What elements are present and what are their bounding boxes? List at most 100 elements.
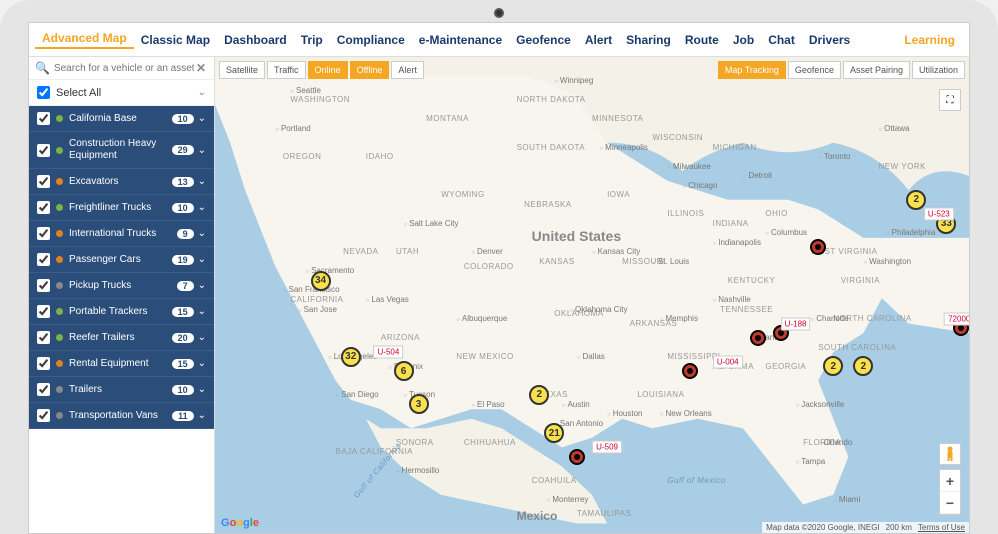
nav-item-sharing[interactable]: Sharing	[619, 33, 678, 47]
nav-item-e-maintenance[interactable]: e-Maintenance	[412, 33, 509, 47]
nav-learning[interactable]: Learning	[896, 33, 963, 47]
group-checkbox[interactable]	[37, 409, 50, 422]
unit-tag[interactable]: U-004	[713, 355, 743, 368]
sidebar-group-excavators[interactable]: Excavators 13 ⌄	[29, 169, 214, 195]
sidebar-group-pickup-trucks[interactable]: Pickup Trucks 7 ⌄	[29, 273, 214, 299]
city-label: El Paso	[471, 400, 504, 409]
zoom-out-button[interactable]: −	[940, 492, 960, 514]
map-btn-traffic[interactable]: Traffic	[267, 61, 306, 79]
status-dot-icon	[56, 115, 63, 122]
nav-item-compliance[interactable]: Compliance	[330, 33, 412, 47]
status-dot-icon	[56, 360, 63, 367]
cluster-marker[interactable]	[810, 239, 826, 255]
map-btn-geofence[interactable]: Geofence	[788, 61, 841, 79]
chevron-down-icon[interactable]: ⌄	[198, 332, 206, 343]
attribution-data: Map data ©2020 Google, INEGI	[766, 523, 880, 532]
cluster-marker[interactable]: 2	[823, 356, 843, 376]
nav-item-chat[interactable]: Chat	[761, 33, 802, 47]
state-label: TENNESSEE	[720, 305, 773, 314]
cluster-marker[interactable]: 2	[529, 385, 549, 405]
nav-item-advanced-map[interactable]: Advanced Map	[35, 31, 134, 49]
nav-item-job[interactable]: Job	[726, 33, 761, 47]
nav-item-route[interactable]: Route	[678, 33, 726, 47]
chevron-down-icon[interactable]: ⌄	[198, 145, 206, 156]
chevron-down-icon[interactable]: ⌄	[198, 280, 206, 291]
sidebar-group-trailers[interactable]: Trailers 10 ⌄	[29, 377, 214, 403]
sidebar-group-international-trucks[interactable]: International Trucks 9 ⌄	[29, 221, 214, 247]
streetview-pegman[interactable]	[939, 443, 961, 465]
unit-tag[interactable]: U-188	[781, 317, 811, 330]
zoom-in-button[interactable]: +	[940, 470, 960, 492]
state-label: BAJA CALIFORNIA	[336, 447, 413, 456]
city-label: San Francisco	[283, 285, 340, 294]
map-btn-online[interactable]: Online	[308, 61, 348, 79]
unit-tag[interactable]: 720000	[944, 312, 969, 325]
map-btn-satellite[interactable]: Satellite	[219, 61, 265, 79]
cluster-marker[interactable]: 3	[409, 394, 429, 414]
chevron-down-icon[interactable]: ⌄	[198, 202, 206, 213]
chevron-down-icon[interactable]: ⌄	[198, 113, 206, 124]
map-btn-asset-pairing[interactable]: Asset Pairing	[843, 61, 910, 79]
cluster-marker[interactable]: 32	[341, 347, 361, 367]
group-checkbox[interactable]	[37, 175, 50, 188]
unit-tag[interactable]: U-509	[592, 441, 622, 454]
unit-tag[interactable]: U-523	[924, 208, 954, 221]
status-dot-icon	[56, 334, 63, 341]
unit-tag[interactable]: U-504	[374, 346, 404, 359]
state-label: CALIFORNIA	[290, 295, 343, 304]
select-all-checkbox[interactable]	[37, 86, 50, 99]
map-btn-map-tracking[interactable]: Map Tracking	[718, 61, 786, 79]
group-checkbox[interactable]	[37, 383, 50, 396]
group-checkbox[interactable]	[37, 279, 50, 292]
map-btn-offline[interactable]: Offline	[350, 61, 390, 79]
map-btn-utilization[interactable]: Utilization	[912, 61, 965, 79]
cluster-marker[interactable]	[750, 330, 766, 346]
sidebar-group-freightliner-trucks[interactable]: Freightliner Trucks 10 ⌄	[29, 195, 214, 221]
group-checkbox[interactable]	[37, 253, 50, 266]
sidebar-group-passenger-cars[interactable]: Passenger Cars 19 ⌄	[29, 247, 214, 273]
city-label: Monterrey	[547, 495, 589, 504]
group-checkbox[interactable]	[37, 201, 50, 214]
group-checkbox[interactable]	[37, 227, 50, 240]
sidebar-group-portable-trackers[interactable]: Portable Trackers 15 ⌄	[29, 299, 214, 325]
group-checkbox[interactable]	[37, 331, 50, 344]
chevron-down-icon[interactable]: ⌄	[198, 176, 206, 187]
group-checkbox[interactable]	[37, 357, 50, 370]
map-btn-alert[interactable]: Alert	[391, 61, 424, 79]
state-label: MICHIGAN	[713, 143, 757, 152]
cluster-marker[interactable]: 34	[311, 271, 331, 291]
chevron-down-icon[interactable]: ⌄	[198, 306, 206, 317]
chevron-down-icon[interactable]: ⌄	[198, 254, 206, 265]
nav-item-drivers[interactable]: Drivers	[802, 33, 857, 47]
sidebar-group-rental-equipment[interactable]: Rental Equipment 15 ⌄	[29, 351, 214, 377]
group-checkbox[interactable]	[37, 112, 50, 125]
cluster-marker[interactable]	[569, 449, 585, 465]
chevron-down-icon[interactable]: ⌄	[198, 384, 206, 395]
fullscreen-button[interactable]: ⛶	[939, 89, 961, 111]
search-input[interactable]	[54, 63, 194, 74]
sidebar-group-construction-heavy-equipment[interactable]: Construction Heavy Equipment 29 ⌄	[29, 132, 214, 169]
sidebar-group-california-base[interactable]: California Base 10 ⌄	[29, 106, 214, 132]
nav-item-alert[interactable]: Alert	[578, 33, 619, 47]
group-checkbox[interactable]	[37, 144, 50, 157]
select-all-row[interactable]: Select All ⌄	[29, 80, 214, 106]
map-area[interactable]: United States Mexico Gulf of Mexico Gulf…	[215, 57, 969, 533]
country-label-us: United States	[532, 228, 621, 244]
clear-search-icon[interactable]: ✕	[194, 61, 208, 75]
attribution-terms[interactable]: Terms of Use	[918, 523, 965, 532]
nav-item-dashboard[interactable]: Dashboard	[217, 33, 294, 47]
cluster-marker[interactable]	[682, 363, 698, 379]
chevron-down-icon[interactable]: ⌄	[198, 410, 206, 421]
status-dot-icon	[56, 308, 63, 315]
cluster-marker[interactable]: 21	[544, 423, 564, 443]
sidebar-group-transportation-vans[interactable]: Transportation Vans 11 ⌄	[29, 403, 214, 429]
chevron-down-icon[interactable]: ⌄	[198, 228, 206, 239]
nav-item-classic-map[interactable]: Classic Map	[134, 33, 217, 47]
nav-item-geofence[interactable]: Geofence	[509, 33, 578, 47]
cluster-marker[interactable]: 2	[853, 356, 873, 376]
chevron-down-icon[interactable]: ⌄	[198, 358, 206, 369]
cluster-marker[interactable]: 6	[394, 361, 414, 381]
sidebar-group-reefer-trailers[interactable]: Reefer Trailers 20 ⌄	[29, 325, 214, 351]
group-checkbox[interactable]	[37, 305, 50, 318]
nav-item-trip[interactable]: Trip	[294, 33, 330, 47]
